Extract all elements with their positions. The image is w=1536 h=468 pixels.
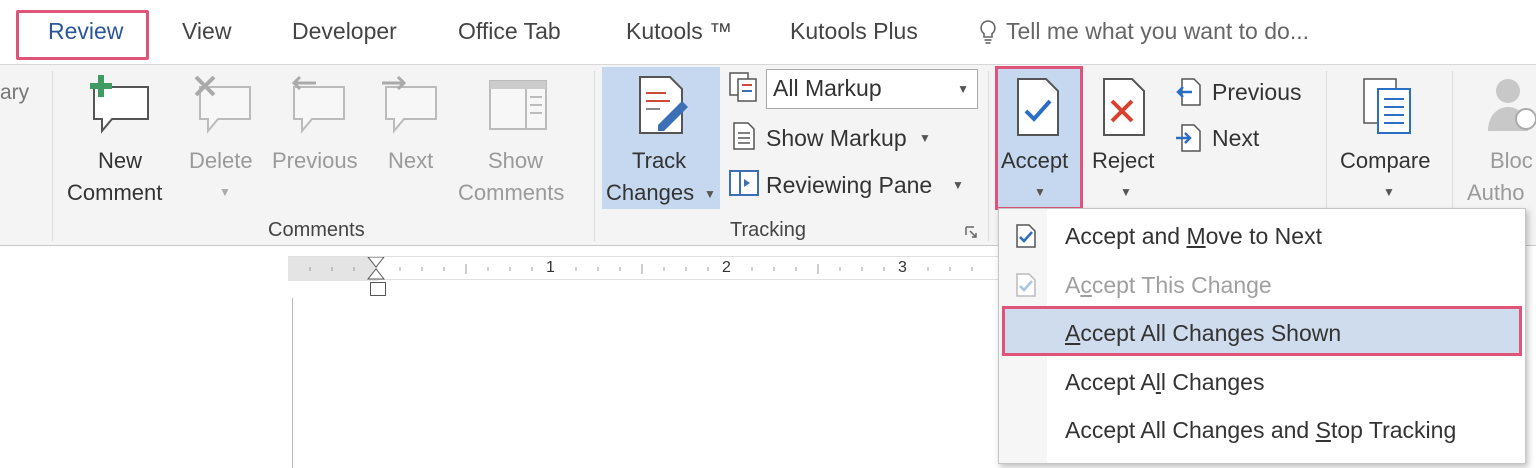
previous-change-icon bbox=[1176, 78, 1201, 106]
tell-me-box[interactable]: Tell me what you want to do... bbox=[978, 18, 1309, 45]
show-markup-icon bbox=[733, 122, 755, 150]
cut-off-label: ary bbox=[0, 81, 30, 104]
delete-dropdown-caret: ▼ bbox=[219, 185, 231, 199]
track-changes-icon bbox=[639, 76, 688, 134]
word-window: Review View Developer Office Tab Kutools… bbox=[0, 0, 1536, 468]
accept-this-change-icon bbox=[1016, 273, 1036, 297]
reject-label: Reject bbox=[1092, 148, 1155, 173]
group-separator bbox=[52, 71, 53, 241]
new-comment-label-2: Comment bbox=[67, 180, 163, 205]
next-change-label: Next bbox=[1212, 125, 1260, 151]
show-markup-label: Show Markup bbox=[766, 125, 907, 151]
chevron-down-icon: ▼ bbox=[957, 82, 969, 96]
new-comment-icon bbox=[90, 75, 149, 134]
tab-kutools[interactable]: Kutools ™ bbox=[626, 18, 732, 45]
reviewing-pane-icon bbox=[729, 170, 759, 196]
block-label-1: Bloc bbox=[1490, 148, 1533, 173]
compare-label: Compare bbox=[1340, 148, 1431, 173]
track-changes-label-1: Track bbox=[632, 148, 687, 173]
previous-comment-icon bbox=[291, 75, 345, 134]
menu-item-accept-all-and-stop-tracking[interactable]: Accept All Changes and Stop Tracking bbox=[1065, 417, 1456, 444]
menu-item-accept-all-changes[interactable]: Accept All Changes bbox=[1065, 369, 1264, 396]
accept-move-next-icon bbox=[1016, 224, 1036, 248]
previous-change-label: Previous bbox=[1212, 79, 1302, 105]
horizontal-ruler: 1 2 3 bbox=[288, 256, 1008, 281]
lightbulb-icon bbox=[980, 19, 996, 44]
document-page-edge bbox=[292, 298, 293, 468]
compare-dropdown-caret[interactable]: ▼ bbox=[1383, 185, 1395, 199]
accept-label: Accept bbox=[1001, 148, 1069, 173]
track-changes-label-2: Changes bbox=[606, 180, 695, 205]
next-comment-icon bbox=[382, 75, 437, 134]
reject-icon bbox=[1103, 78, 1145, 136]
show-comments-label-2: Comments bbox=[458, 180, 565, 205]
menu-item-accept-and-move-to-next[interactable]: Accept and Move to Next bbox=[1065, 223, 1322, 250]
block-label-2: Autho bbox=[1467, 180, 1525, 205]
tab-office-tab[interactable]: Office Tab bbox=[458, 18, 561, 45]
display-for-review-icon bbox=[729, 72, 757, 102]
ruler-number-2: 2 bbox=[722, 259, 731, 277]
track-changes-dropdown-caret[interactable]: ▼ bbox=[704, 187, 716, 201]
compare-icon bbox=[1363, 78, 1411, 134]
tab-review[interactable]: Review bbox=[48, 18, 123, 45]
group-separator bbox=[594, 71, 595, 241]
show-markup-caret: ▼ bbox=[919, 131, 931, 145]
previous-comment-label: Previous bbox=[272, 148, 358, 173]
ribbon-tab-bar: Review View Developer Office Tab Kutools… bbox=[0, 0, 1536, 64]
accept-icon bbox=[1017, 78, 1059, 136]
indent-marker[interactable] bbox=[370, 282, 386, 296]
menu-item-accept-all-changes-shown[interactable]: Accept All Changes Shown bbox=[1065, 320, 1341, 347]
comments-group-label: Comments bbox=[268, 219, 365, 241]
new-comment-label-1: New bbox=[98, 148, 143, 173]
block-authors-icon bbox=[1488, 79, 1536, 131]
next-change-icon bbox=[1176, 124, 1201, 152]
dialog-launcher-icon[interactable] bbox=[964, 225, 978, 239]
tab-kutools-plus[interactable]: Kutools Plus bbox=[790, 18, 918, 45]
show-comments-label-1: Show bbox=[488, 148, 544, 173]
reject-dropdown-caret[interactable]: ▼ bbox=[1120, 185, 1132, 199]
delete-comment-icon bbox=[194, 75, 251, 134]
reviewing-pane-caret: ▼ bbox=[952, 178, 964, 192]
show-comments-icon bbox=[489, 80, 547, 130]
tab-view[interactable]: View bbox=[182, 18, 231, 45]
tracking-group-label: Tracking bbox=[730, 219, 806, 241]
tell-me-text: Tell me what you want to do... bbox=[1006, 18, 1309, 44]
group-separator bbox=[988, 71, 989, 241]
tab-developer[interactable]: Developer bbox=[292, 18, 397, 45]
accept-dropdown-caret[interactable]: ▼ bbox=[1034, 185, 1046, 199]
ruler-number-1: 1 bbox=[546, 259, 555, 277]
next-comment-label: Next bbox=[388, 148, 434, 173]
ruler-number-3: 3 bbox=[898, 259, 907, 277]
menu-item-accept-this-change[interactable]: Accept This Change bbox=[1065, 272, 1272, 299]
markup-select[interactable]: All Markup ▼ bbox=[766, 69, 978, 109]
accept-dropdown-menu: Accept and Move to Next Accept This Chan… bbox=[998, 208, 1526, 464]
reviewing-pane-label: Reviewing Pane bbox=[766, 172, 933, 198]
markup-select-value: All Markup bbox=[773, 75, 882, 101]
delete-label: Delete bbox=[189, 148, 253, 173]
